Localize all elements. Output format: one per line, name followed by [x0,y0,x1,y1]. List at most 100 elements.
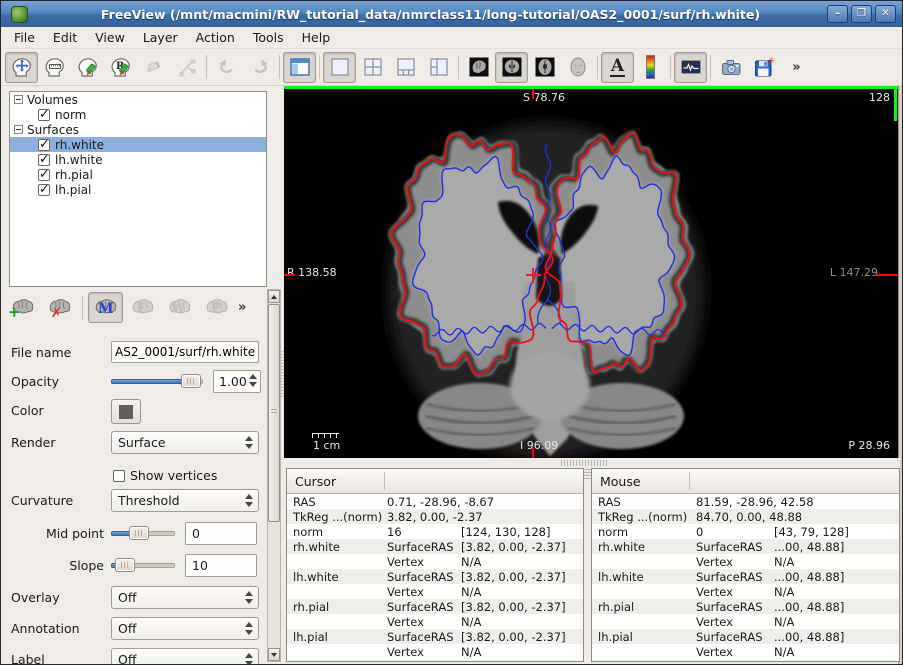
table-row[interactable]: norm0[43, 79, 128] [592,524,899,539]
undo-button[interactable] [210,52,243,83]
redo-button[interactable] [243,52,276,83]
show-vertices-checkbox[interactable]: Show vertices [113,468,217,483]
time-course-button[interactable] [674,52,707,83]
layout-1n3-button[interactable] [389,52,422,83]
table-row[interactable]: rh.whiteSurfaceRAS...00, 48.88] [592,539,899,554]
tree-item-rh.pial[interactable]: rh.pial [10,167,266,182]
save-screenshot-button[interactable]: ✳ [747,52,780,83]
measure-tool-button[interactable] [38,52,71,83]
file-name-input[interactable] [111,341,259,363]
show-annotation-button[interactable]: A [601,52,634,83]
mid-point-slider[interactable] [111,522,175,544]
checkbox-icon[interactable] [113,470,125,482]
tree-item-lh.pial[interactable]: lh.pial [10,182,266,197]
layout-2x2-button[interactable] [356,52,389,83]
slope-slider[interactable] [111,554,175,576]
table-row[interactable]: VertexN/A [287,554,583,569]
toggle-control-panel-button[interactable] [283,52,316,83]
horizontal-splitter[interactable] [284,458,900,468]
tree-item-rh.white[interactable]: rh.white [10,137,266,152]
mouse-panel-header[interactable]: Mouse [592,469,899,494]
maximize-button[interactable]: ❐ [851,5,872,23]
tree-group-surfaces[interactable]: Surfaces [10,122,266,137]
sagittal-view-button[interactable] [462,52,495,83]
coronal-view-button[interactable] [495,52,528,83]
visibility-checkbox[interactable] [38,184,50,196]
table-row[interactable]: VertexN/A [592,554,899,569]
table-row[interactable]: rh.pialSurfaceRAS[3.82, 0.00, -2.37] [287,599,583,614]
visibility-checkbox[interactable] [38,169,50,181]
slider-handle[interactable] [129,526,149,540]
axial-view-button[interactable] [528,52,561,83]
vertical-splitter[interactable] [584,468,591,662]
mid-point-value-box[interactable]: 0 [185,522,257,545]
menu-item-edit[interactable]: Edit [44,28,86,47]
table-row[interactable]: TkReg ...(norm)84.70, 0.00, 48.88 [592,509,899,524]
scrollbar-thumb[interactable] [268,304,280,522]
show-colorbar-button[interactable] [634,52,667,83]
minimize-button[interactable]: – [827,5,848,23]
table-row[interactable]: RAS81.59, -28.96, 42.58 [592,494,899,509]
menu-item-layer[interactable]: Layer [134,28,187,47]
opacity-spinbox[interactable]: 1.00 [213,370,261,393]
collapse-icon[interactable] [14,95,23,104]
render-combobox[interactable]: Surface [111,431,259,454]
cursor-panel-header[interactable]: Cursor [287,469,583,494]
visibility-checkbox[interactable] [38,154,50,166]
table-row[interactable]: VertexN/A [287,614,583,629]
show-white-surface-button[interactable]: W [162,292,197,323]
overlay-combobox[interactable]: Off [111,586,259,609]
layout-1n3h-button[interactable] [422,52,455,83]
table-row[interactable]: norm16[124, 130, 128] [287,524,583,539]
table-row[interactable]: lh.whiteSurfaceRAS[3.82, 0.00, -2.37] [287,569,583,584]
color-picker-button[interactable] [111,399,141,424]
coronal-viewport[interactable]: S 78.76 128 R 138.58 L 147.29 I 96.09 P … [284,86,900,458]
toolbar-overflow-button[interactable]: » [780,52,813,83]
table-row[interactable]: RAS0.71, -28.96, -8.67 [287,494,583,509]
table-row[interactable]: VertexN/A [287,584,583,599]
layout-1x1-button[interactable] [323,52,356,83]
show-inflated-surface-button[interactable]: I [125,292,160,323]
remove-surface-button[interactable]: ✗ [42,292,77,323]
table-row[interactable]: VertexN/A [287,644,583,659]
scroll-up-icon[interactable] [268,290,280,303]
tree-group-volumes[interactable]: Volumes [10,92,266,107]
menu-item-file[interactable]: File [5,28,44,47]
show-pial-surface-button[interactable]: P [199,292,234,323]
table-row[interactable]: rh.pialSurfaceRAS...00, 48.88] [592,599,899,614]
label-combobox[interactable]: Off [111,648,259,665]
path-tool-disabled-button[interactable] [170,52,203,83]
spin-arrows-icon[interactable] [249,374,257,387]
visibility-checkbox[interactable] [38,139,50,151]
menu-item-view[interactable]: View [86,28,134,47]
scroll-down-icon[interactable] [268,648,280,661]
voxel-edit-tool-button[interactable] [71,52,104,83]
menu-item-help[interactable]: Help [293,28,340,47]
slope-value-box[interactable]: 10 [185,554,257,577]
collapse-icon[interactable] [14,125,23,134]
show-main-surface-button[interactable]: M [88,292,123,323]
annotation-combobox[interactable]: Off [111,617,259,640]
visibility-checkbox[interactable] [38,109,50,121]
slider-handle[interactable] [115,558,135,572]
slider-handle[interactable] [181,374,201,388]
table-row[interactable]: lh.pialSurfaceRAS[3.82, 0.00, -2.37] [287,629,583,644]
title-bar[interactable]: FreeView (/mnt/macmini/RW_tutorial_data/… [1,1,902,27]
close-button[interactable]: ✕ [875,5,896,23]
tree-item-norm[interactable]: norm [10,107,266,122]
add-surface-button[interactable]: + [5,292,40,323]
menu-item-tools[interactable]: Tools [244,28,293,47]
roi-edit-tool-button[interactable]: R [104,52,137,83]
table-row[interactable]: TkReg ...(norm)3.82, 0.00, -2.37 [287,509,583,524]
table-row[interactable]: VertexN/A [592,614,899,629]
navigate-tool-button[interactable] [5,52,38,83]
opacity-slider[interactable] [111,370,203,392]
table-row[interactable]: VertexN/A [592,584,899,599]
menu-item-action[interactable]: Action [187,28,244,47]
edit-disabled-button[interactable] [137,52,170,83]
curvature-combobox[interactable]: Threshold [111,489,259,512]
table-row[interactable]: VertexN/A [592,644,899,659]
table-row[interactable]: rh.whiteSurfaceRAS[3.82, 0.00, -2.37] [287,539,583,554]
screenshot-button[interactable] [714,52,747,83]
table-row[interactable]: lh.pialSurfaceRAS...00, 48.88] [592,629,899,644]
